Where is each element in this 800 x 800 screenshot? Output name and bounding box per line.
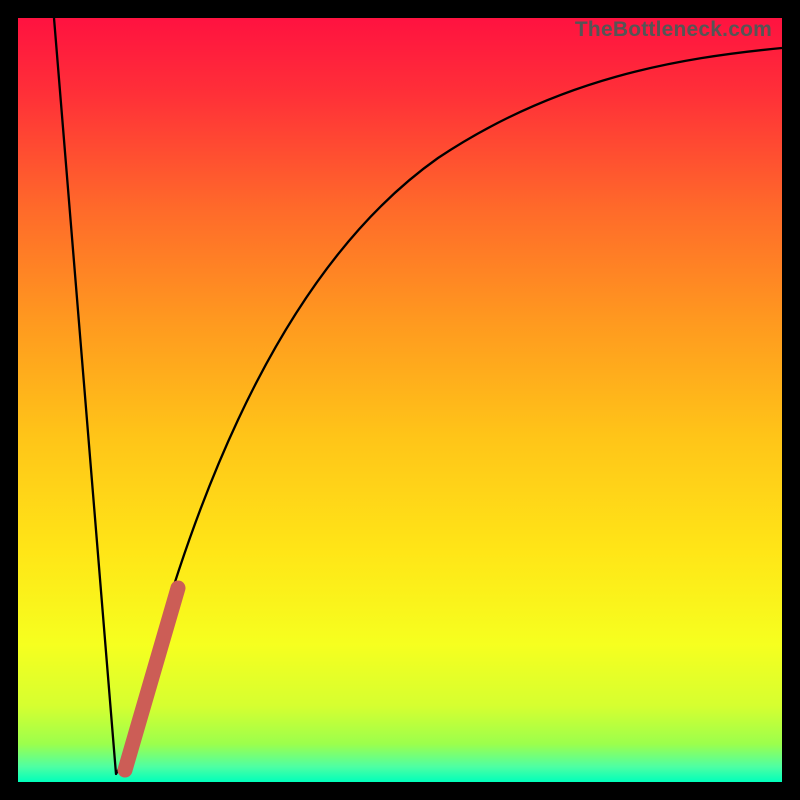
curves-layer	[18, 18, 782, 782]
plot-area: TheBottleneck.com	[18, 18, 782, 782]
highlight-segment	[125, 588, 178, 770]
watermark: TheBottleneck.com	[575, 18, 772, 42]
chart-root: TheBottleneck.com	[0, 0, 800, 800]
